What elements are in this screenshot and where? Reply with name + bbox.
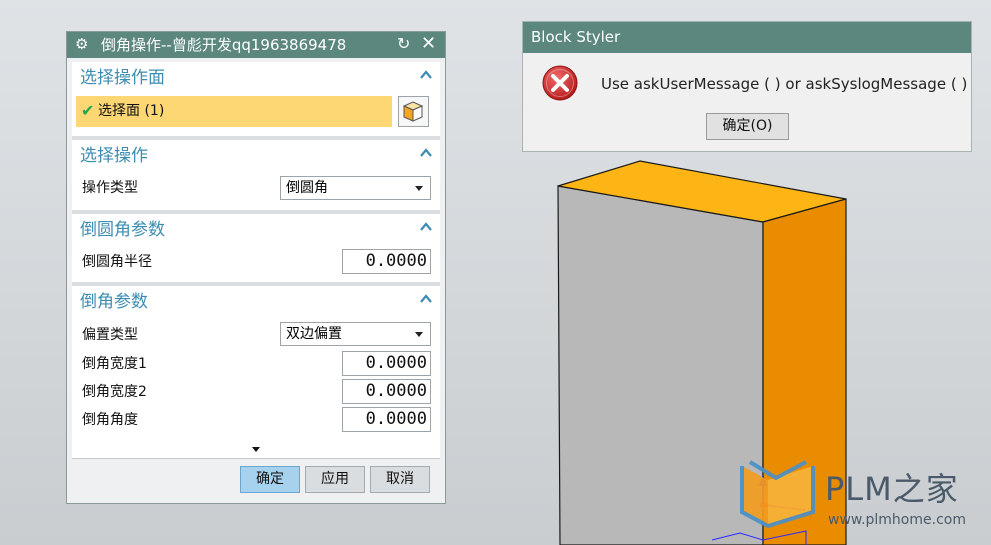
dropdown-arrow-icon bbox=[415, 332, 423, 337]
message-title[interactable]: Block Styler bbox=[523, 22, 971, 53]
cancel-button[interactable]: 取消 bbox=[370, 466, 430, 493]
chamfer-width2-label: 倒角宽度2 bbox=[82, 384, 147, 400]
dropdown-arrow-icon bbox=[415, 186, 423, 191]
offset-type-value: 双边偏置 bbox=[286, 326, 342, 342]
ok-button[interactable]: 确定 bbox=[240, 466, 300, 493]
group-header-select-face[interactable]: 选择操作面 bbox=[80, 67, 165, 89]
apply-button[interactable]: 应用 bbox=[305, 466, 365, 493]
chevron-up-icon[interactable] bbox=[419, 146, 433, 160]
group-header-select-op[interactable]: 选择操作 bbox=[80, 145, 148, 167]
message-text: Use askUserMessage ( ) or askSyslogMessa… bbox=[601, 75, 968, 93]
message-ok-button[interactable]: 确定(O) bbox=[706, 113, 789, 140]
op-type-value: 倒圆角 bbox=[286, 180, 328, 196]
chamfer-dialog: ⚙ 倒角操作--曾彪开发qq1963869478 ↻ ✕ 选择操作面 ✔ 选择面… bbox=[66, 31, 446, 504]
block-styler-message-box: Block Styler Use askUserMessage ( ) or a… bbox=[522, 21, 972, 152]
error-icon bbox=[542, 65, 578, 101]
group-header-fillet-params[interactable]: 倒圆角参数 bbox=[80, 219, 165, 241]
chevron-up-icon[interactable] bbox=[419, 68, 433, 82]
more-options-toggle[interactable] bbox=[72, 442, 440, 458]
chamfer-width2-input[interactable]: 0.0000 bbox=[342, 379, 431, 404]
chevron-up-icon[interactable] bbox=[419, 292, 433, 306]
reset-icon[interactable]: ↻ bbox=[397, 35, 410, 53]
watermark-url: www.plmhome.com bbox=[828, 512, 966, 528]
close-icon[interactable]: ✕ bbox=[421, 34, 436, 54]
offset-type-label: 偏置类型 bbox=[82, 327, 138, 343]
select-face-row[interactable]: ✔ 选择面 (1) bbox=[76, 96, 392, 127]
cube-icon bbox=[402, 101, 424, 122]
fillet-radius-label: 倒圆角半径 bbox=[82, 254, 152, 270]
dialog-title: 倒角操作--曾彪开发qq1963869478 bbox=[101, 36, 347, 54]
op-type-dropdown[interactable]: 倒圆角 bbox=[280, 176, 431, 200]
op-type-label: 操作类型 bbox=[82, 180, 138, 196]
chamfer-width1-input[interactable]: 0.0000 bbox=[342, 351, 431, 376]
expand-down-icon bbox=[252, 447, 260, 452]
fillet-radius-input[interactable]: 0.0000 bbox=[342, 249, 431, 274]
chamfer-angle-label: 倒角角度 bbox=[82, 412, 138, 428]
select-face-label: 选择面 (1) bbox=[98, 103, 165, 119]
checkmark-icon: ✔ bbox=[81, 101, 95, 120]
group-header-chamfer-params[interactable]: 倒角参数 bbox=[80, 291, 148, 313]
chamfer-angle-input[interactable]: 0.0000 bbox=[342, 407, 431, 432]
watermark-brand: PLM之家 bbox=[825, 470, 959, 508]
face-selector-cube-button[interactable] bbox=[398, 96, 429, 127]
chamfer-width1-label: 倒角宽度1 bbox=[82, 356, 147, 372]
dialog-title-bar[interactable]: ⚙ 倒角操作--曾彪开发qq1963869478 ↻ ✕ bbox=[67, 32, 445, 58]
offset-type-dropdown[interactable]: 双边偏置 bbox=[280, 322, 431, 346]
box-front-face bbox=[557, 185, 764, 545]
chevron-up-icon[interactable] bbox=[419, 220, 433, 234]
gear-icon: ⚙ bbox=[75, 35, 89, 53]
